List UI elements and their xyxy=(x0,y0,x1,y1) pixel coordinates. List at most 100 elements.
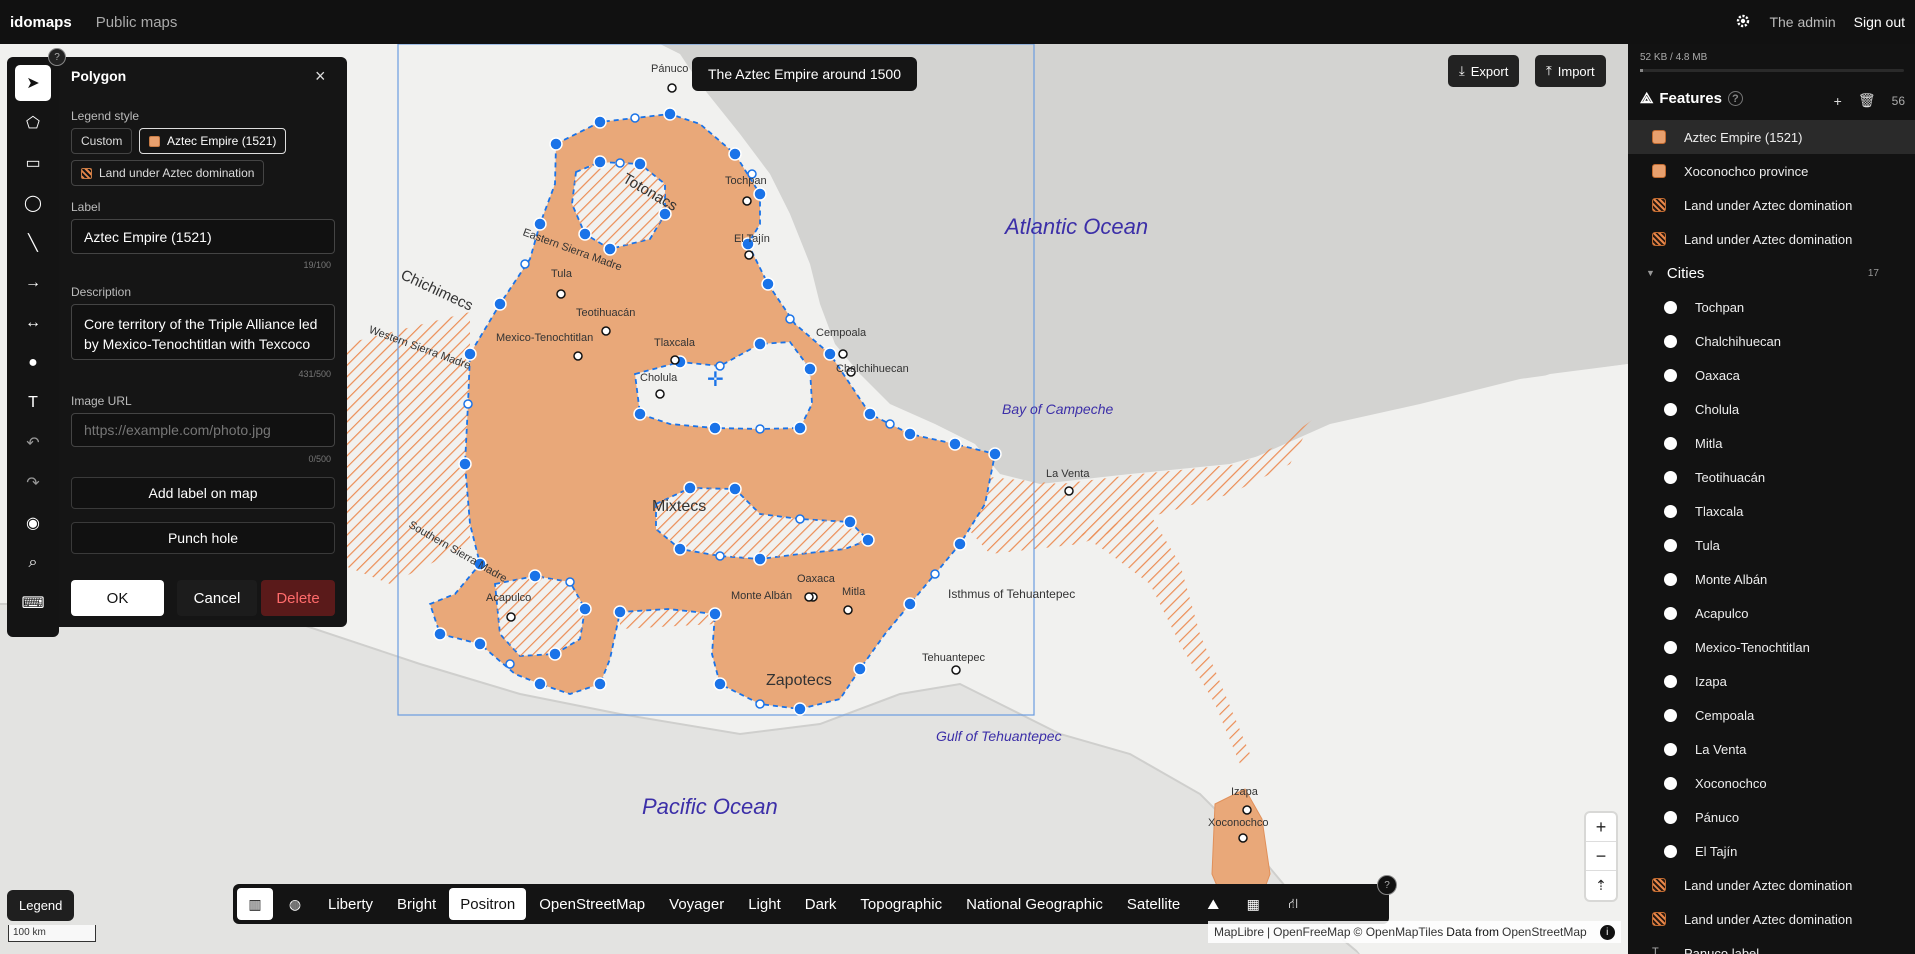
city-row[interactable]: Tlaxcala xyxy=(1628,494,1915,528)
city-row[interactable]: Xoconochco xyxy=(1628,766,1915,800)
basemap-style-option[interactable]: Satellite xyxy=(1116,888,1191,920)
city-row[interactable]: Tula xyxy=(1628,528,1915,562)
attribution-openstreetmap[interactable]: OpenStreetMap xyxy=(1502,925,1587,939)
basemap-style-option[interactable]: Liberty xyxy=(317,888,384,920)
feature-row[interactable]: T Panuco label xyxy=(1628,936,1915,954)
label-input[interactable]: Aztec Empire (1521) xyxy=(71,219,335,254)
delete-button[interactable]: Delete xyxy=(261,580,335,616)
city-row[interactable]: Mexico-Tenochtitlan xyxy=(1628,630,1915,664)
city-label: Tochpan xyxy=(725,175,767,187)
feature-row[interactable]: Xoconochco province xyxy=(1628,154,1915,188)
attribution: MapLibre | OpenFreeMap © OpenMapTiles Da… xyxy=(1208,921,1621,943)
city-row[interactable]: La Venta xyxy=(1628,732,1915,766)
attribution-openmaptiles[interactable]: © OpenMapTiles xyxy=(1354,925,1444,939)
city-row[interactable]: Acapulco xyxy=(1628,596,1915,630)
keyboard-icon[interactable]: ⌨ xyxy=(15,585,51,621)
description-textarea[interactable]: Core territory of the Triple Alliance le… xyxy=(71,304,335,360)
help-icon[interactable]: ? xyxy=(48,48,66,66)
attribution-maplibre[interactable]: MapLibre xyxy=(1214,925,1264,939)
import-button[interactable]: ⤒ Import xyxy=(1535,55,1606,87)
sign-out-link[interactable]: Sign out xyxy=(1854,14,1905,30)
basemap-style-bar: ▥ ◍ Liberty Bright Positron OpenStreetMap Vo… xyxy=(233,884,1389,924)
basemap-style-option[interactable]: Dark xyxy=(794,888,848,920)
feature-row[interactable]: Land under Aztec domination xyxy=(1628,188,1915,222)
city-row[interactable]: Tochpan xyxy=(1628,290,1915,324)
cancel-button[interactable]: Cancel xyxy=(177,580,257,616)
user-name[interactable]: The admin xyxy=(1769,14,1835,30)
globe-icon[interactable]: ◉ xyxy=(15,505,51,541)
close-icon[interactable]: × xyxy=(315,66,326,87)
terrain-icon[interactable]: ⛰ xyxy=(1195,888,1231,920)
features-help-icon[interactable]: ? xyxy=(1727,91,1743,106)
map-view-icon[interactable]: ▥ xyxy=(237,888,273,920)
city-row[interactable]: Pánuco xyxy=(1628,800,1915,834)
info-icon[interactable]: i xyxy=(1599,924,1615,940)
arrow-tool-icon[interactable]: → xyxy=(15,265,51,301)
city-row[interactable]: Teotihuacán xyxy=(1628,460,1915,494)
city-row[interactable]: Mitla xyxy=(1628,426,1915,460)
city-label: Tula xyxy=(551,268,572,280)
polygon-tool-icon[interactable]: ⬠ xyxy=(15,105,51,141)
basemap-style-option[interactable]: Bright xyxy=(386,888,447,920)
basemap-style-option[interactable]: Light xyxy=(737,888,792,920)
circle-tool-icon[interactable]: ◯ xyxy=(15,185,51,221)
ok-button[interactable]: OK xyxy=(71,580,164,616)
basemap-style-option[interactable]: Positron xyxy=(449,888,527,920)
basemap-style-option[interactable]: Voyager xyxy=(658,888,735,920)
public-maps-link[interactable]: Public maps xyxy=(96,14,178,31)
zoom-in-icon[interactable]: + xyxy=(1586,813,1616,842)
city-row[interactable]: Izapa xyxy=(1628,664,1915,698)
city-row[interactable]: Monte Albán xyxy=(1628,562,1915,596)
settings-gear-icon[interactable] xyxy=(1735,13,1751,32)
point-tool-icon[interactable]: ● xyxy=(15,345,51,381)
trash-icon[interactable]: 🗑 xyxy=(1858,92,1876,109)
feature-row[interactable]: Land under Aztec domination xyxy=(1628,222,1915,256)
basemap-style-option[interactable]: OpenStreetMap xyxy=(528,888,656,920)
zoom-out-icon[interactable]: − xyxy=(1586,842,1616,871)
city-row[interactable]: El Tajín xyxy=(1628,834,1915,868)
features-title: Features xyxy=(1659,90,1722,107)
city-row[interactable]: Cholula xyxy=(1628,392,1915,426)
zoom-controls: + − ⇡ xyxy=(1586,813,1616,900)
city-row[interactable]: Chalchihuecan xyxy=(1628,324,1915,358)
text-tool-icon[interactable]: T xyxy=(15,385,51,421)
attribution-openfreemap[interactable]: OpenFreeMap xyxy=(1273,925,1350,939)
redo-icon[interactable]: ↷ xyxy=(15,465,51,501)
legend-button[interactable]: Legend xyxy=(7,890,75,921)
map-title-badge[interactable]: The Aztec Empire around 1500 xyxy=(692,57,918,91)
city-row[interactable]: Cempoala xyxy=(1628,698,1915,732)
grid-icon[interactable]: ▦ xyxy=(1235,888,1271,920)
style-custom-chip[interactable]: Custom xyxy=(71,128,133,154)
import-label: Import xyxy=(1557,63,1595,79)
image-url-input[interactable]: https://example.com/photo.jpg xyxy=(71,413,335,447)
city-name: Tlaxcala xyxy=(1695,503,1744,519)
select-tool-icon[interactable]: ➤ xyxy=(15,65,51,101)
point-icon xyxy=(1664,368,1677,382)
city-label: Tehuantepec xyxy=(922,652,985,664)
export-button[interactable]: ⤓ Export xyxy=(1448,55,1520,87)
feature-row[interactable]: Land under Aztec domination xyxy=(1628,868,1915,902)
search-icon[interactable]: ⌕ xyxy=(15,545,51,581)
cities-group-header[interactable]: ▼ Cities 17 xyxy=(1628,256,1915,290)
road-icon[interactable]: ⛙ xyxy=(1275,888,1311,920)
globe-view-icon[interactable]: ◍ xyxy=(277,888,313,920)
basemap-style-option[interactable]: Topographic xyxy=(849,888,953,920)
stylebar-help-icon[interactable]: ? xyxy=(1377,875,1397,895)
feature-row[interactable]: Land under Aztec domination xyxy=(1628,902,1915,936)
style-domination-chip[interactable]: Land under Aztec domination xyxy=(71,160,265,186)
line-tool-icon[interactable]: ╲ xyxy=(15,225,51,261)
city-row[interactable]: Oaxaca xyxy=(1628,358,1915,392)
punch-hole-button[interactable]: Punch hole xyxy=(71,522,335,554)
feature-row[interactable]: Aztec Empire (1521) xyxy=(1628,120,1915,154)
double-arrow-tool-icon[interactable]: ↔ xyxy=(15,305,51,341)
basemap-style-option[interactable]: National Geographic xyxy=(955,888,1114,920)
add-feature-icon[interactable]: + xyxy=(1834,93,1842,109)
undo-icon[interactable]: ↶ xyxy=(15,425,51,461)
top-bar: idomaps Public maps The admin Sign out xyxy=(0,0,1915,44)
brand-logo[interactable]: idomaps xyxy=(10,14,72,31)
compass-icon[interactable]: ⇡ xyxy=(1586,871,1616,900)
hatch-polygon-icon xyxy=(1652,878,1666,892)
add-label-button[interactable]: Add label on map xyxy=(71,477,335,509)
rectangle-tool-icon[interactable]: ▭ xyxy=(15,145,51,181)
style-empire-chip[interactable]: Aztec Empire (1521) xyxy=(139,128,287,154)
